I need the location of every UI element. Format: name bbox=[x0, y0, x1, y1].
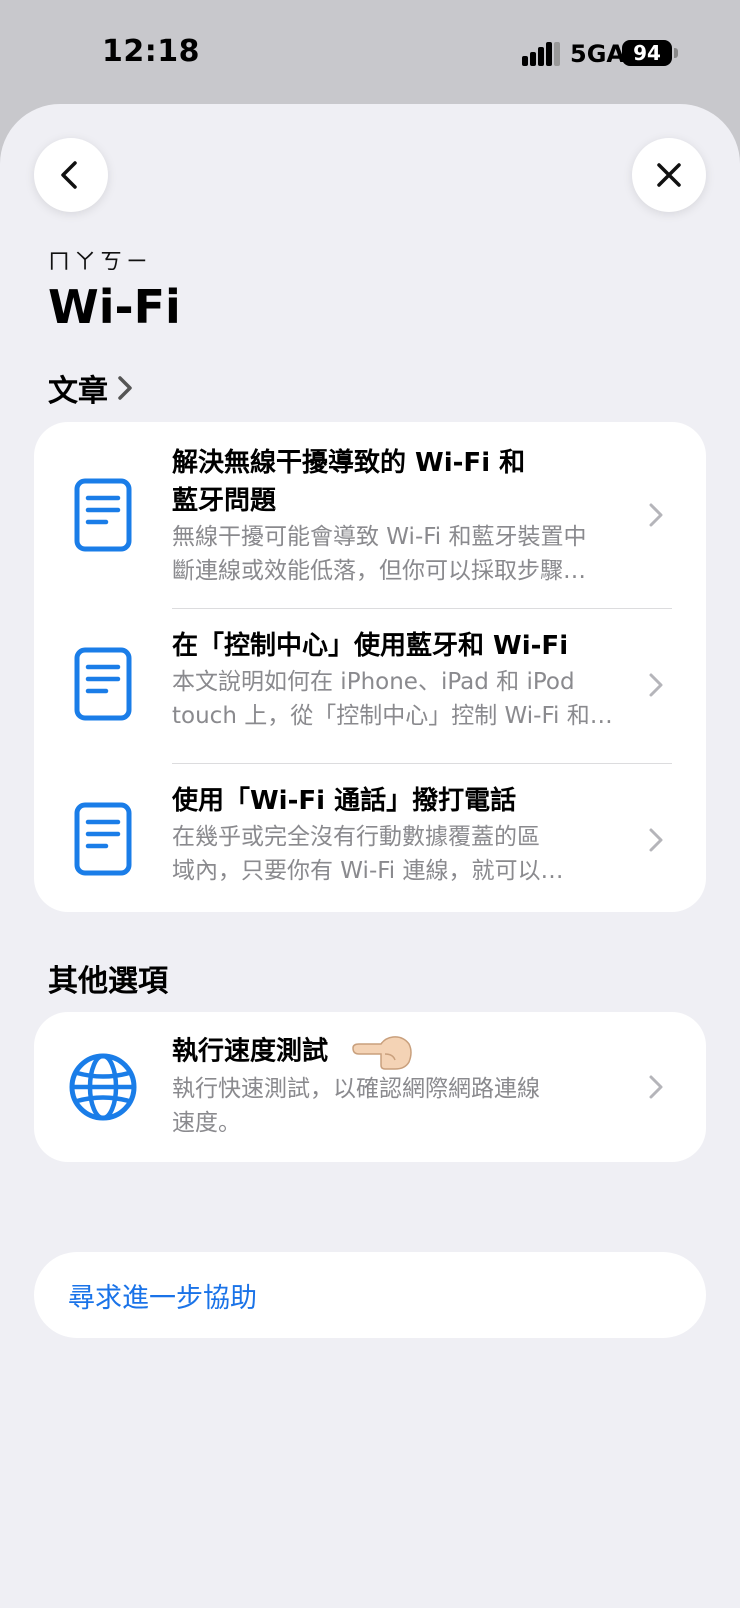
other-options-card: 執行速度測試 執行快速測試，以確認網際網路連線 速度。 bbox=[34, 1012, 706, 1162]
cellular-signal-icon bbox=[522, 40, 560, 66]
article-text: 在「控制中心」使用藍牙和 Wi-Fi 本文說明如何在 iPhone、iPad 和… bbox=[172, 627, 632, 733]
speed-test-summary: 執行快速測試，以確認網際網路連線 bbox=[172, 1076, 540, 1102]
article-text: 解決無線干擾導致的 Wi-Fi 和 藍牙問題 無線干擾可能會導致 Wi-Fi 和… bbox=[172, 444, 632, 588]
battery-icon: 94 bbox=[622, 40, 672, 66]
speed-test-summary-cont: 速度。 bbox=[172, 1110, 241, 1136]
document-icon bbox=[74, 802, 132, 876]
back-button[interactable] bbox=[34, 138, 108, 212]
chevron-right-icon bbox=[649, 828, 663, 852]
article-summary: 在幾乎或完全沒有行動數據覆蓋的區 bbox=[172, 824, 540, 850]
status-bar: 12:18 5GA 94 bbox=[0, 0, 740, 104]
article-row[interactable]: 在「控制中心」使用藍牙和 Wi-Fi 本文說明如何在 iPhone、iPad 和… bbox=[34, 609, 706, 763]
speed-test-row[interactable]: 執行速度測試 執行快速測試，以確認網際網路連線 速度。 bbox=[34, 1012, 706, 1162]
article-title: 使用「Wi-Fi 通話」撥打電話 bbox=[172, 786, 517, 816]
battery-tip bbox=[674, 48, 678, 58]
close-button[interactable] bbox=[632, 138, 706, 212]
article-title: 在「控制中心」使用藍牙和 Wi-Fi bbox=[172, 631, 569, 661]
page-eyebrow: ㄇㄚㄎㄧ bbox=[48, 250, 153, 275]
support-sheet: ㄇㄚㄎㄧ Wi-Fi 文章 解決無線干擾導致的 Wi-Fi 和 藍牙問題 無線干… bbox=[0, 104, 740, 1608]
article-summary: 本文說明如何在 iPhone、iPad 和 iPod bbox=[172, 669, 575, 695]
document-icon bbox=[74, 647, 132, 721]
chevron-right-icon bbox=[649, 673, 663, 697]
speed-test-title: 執行速度測試 bbox=[172, 1032, 632, 1072]
article-summary-cont: 域內，只要你有 Wi-Fi 連線，就可以… bbox=[172, 858, 564, 884]
articles-card: 解決無線干擾導致的 Wi-Fi 和 藍牙問題 無線干擾可能會導致 Wi-Fi 和… bbox=[34, 422, 706, 912]
close-icon bbox=[657, 163, 681, 187]
speed-test-text: 執行速度測試 執行快速測試，以確認網際網路連線 速度。 bbox=[172, 1032, 632, 1140]
article-row[interactable]: 使用「Wi-Fi 通話」撥打電話 在幾乎或完全沒有行動數據覆蓋的區 域內，只要你… bbox=[34, 764, 706, 912]
article-text: 使用「Wi-Fi 通話」撥打電話 在幾乎或完全沒有行動數據覆蓋的區 域內，只要你… bbox=[172, 782, 632, 888]
other-options-label: 其他選項 bbox=[48, 964, 168, 999]
article-summary-cont: touch 上，從「控制中心」控制 Wi-Fi 和… bbox=[172, 703, 613, 729]
document-icon bbox=[74, 478, 132, 552]
other-options-section-header: 其他選項 bbox=[48, 956, 168, 1000]
chevron-right-icon bbox=[649, 503, 663, 527]
globe-icon bbox=[69, 1053, 137, 1121]
articles-section-header[interactable]: 文章 bbox=[48, 366, 134, 410]
chevron-right-icon bbox=[649, 1075, 663, 1099]
chevron-left-icon bbox=[61, 161, 77, 189]
pointing-hand-icon bbox=[352, 1036, 412, 1070]
article-summary: 無線干擾可能會導致 Wi-Fi 和藍牙裝置中 bbox=[172, 524, 587, 550]
article-title: 解決無線干擾導致的 Wi-Fi 和 bbox=[172, 448, 526, 478]
status-time: 12:18 bbox=[102, 34, 200, 69]
page-title: Wi-Fi bbox=[48, 280, 181, 334]
article-summary-cont: 斷連線或效能低落，但你可以採取步驟… bbox=[172, 558, 586, 584]
chevron-right-icon bbox=[118, 376, 132, 400]
articles-section-label: 文章 bbox=[48, 374, 108, 409]
article-title-cont: 藍牙問題 bbox=[172, 486, 277, 516]
network-type: 5GA bbox=[570, 40, 625, 68]
get-more-help-label: 尋求進一步協助 bbox=[68, 1282, 257, 1314]
speed-test-title-label: 執行速度測試 bbox=[172, 1036, 329, 1067]
get-more-help-button[interactable]: 尋求進一步協助 bbox=[34, 1252, 706, 1338]
article-row[interactable]: 解決無線干擾導致的 Wi-Fi 和 藍牙問題 無線干擾可能會導致 Wi-Fi 和… bbox=[34, 422, 706, 608]
